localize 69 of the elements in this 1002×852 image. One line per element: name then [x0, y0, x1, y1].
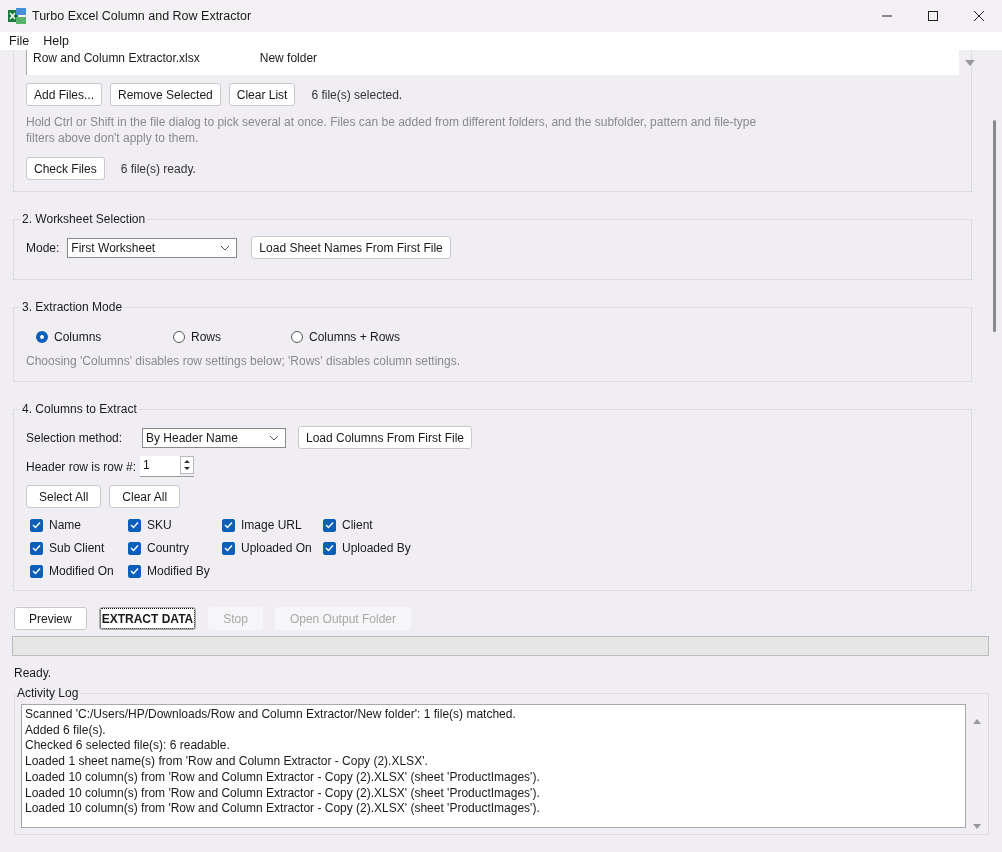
checkbox[interactable] — [128, 541, 141, 555]
method-label: Selection method: — [26, 430, 124, 445]
dropdown-caret-icon — [269, 434, 279, 441]
checkbox-label[interactable]: Uploaded On — [241, 541, 312, 555]
load-columns-button[interactable]: Load Columns From First File — [298, 426, 473, 449]
files-hint: Hold Ctrl or Shift in the file dialog to pick several at once. Files can be added from different folders, and the subfolder, pattern and file-type filters above don't apply to them. — [26, 114, 758, 146]
spreadsheet-app-icon — [8, 8, 26, 24]
file-button[interactable]: Clear List — [228, 83, 296, 106]
log-line: Loaded 10 column(s) from 'Row and Column Extractor - Copy (2).XLSX' (sheet 'ProductImages'). — [25, 785, 541, 802]
checkbox-label[interactable]: Uploaded By — [342, 541, 411, 555]
load-sheets-button[interactable]: Load Sheet Names From First File — [251, 236, 451, 259]
radio-button[interactable] — [173, 331, 185, 343]
log-scrollbar[interactable] — [972, 718, 982, 830]
checkbox-label[interactable]: Image URL — [241, 518, 302, 532]
column-select-button[interactable]: Select All — [26, 485, 102, 508]
checkbox-label[interactable]: Modified By — [147, 564, 210, 578]
log-line: Checked 6 selected file(s): 6 readable. — [25, 738, 231, 755]
scroll-thumb[interactable] — [993, 120, 996, 332]
file-list-cell: Row and Column Extractor.xlsx — [33, 51, 200, 65]
action-button[interactable]: Preview — [14, 607, 87, 630]
group-title: 2. Worksheet Selection — [21, 212, 147, 226]
mode-hint: Choosing 'Columns' disables row settings below; 'Rows' disables column settings. — [26, 353, 462, 369]
checkbox[interactable] — [128, 518, 141, 532]
checkbox[interactable] — [222, 518, 235, 532]
checkbox-label[interactable]: Sub Client — [49, 541, 105, 555]
group-title: 4. Columns to Extract — [21, 402, 138, 416]
checkbox[interactable] — [222, 541, 235, 555]
ready-status: 6 file(s) ready. — [120, 161, 196, 176]
header-row-label: Header row is row #: — [26, 459, 137, 474]
close-icon — [973, 10, 985, 22]
log-line: Added 6 file(s). — [25, 722, 107, 739]
log-line: Loaded 10 column(s) from 'Row and Column Extractor - Copy (2).XLSX' (sheet 'ProductImages'). — [25, 801, 541, 817]
log-line: Scanned 'C:/Users/HP/Downloads/Row and Column Extractor/New folder': 1 file(s) matched. — [25, 707, 517, 723]
checkbox[interactable] — [30, 518, 43, 532]
column-select-button[interactable]: Clear All — [109, 485, 181, 508]
checkbox-label[interactable]: Modified On — [49, 564, 114, 578]
checkbox-label[interactable]: Name — [49, 518, 81, 532]
checkbox[interactable] — [30, 564, 43, 578]
radio-button[interactable] — [36, 331, 48, 343]
radio-label[interactable]: Columns + Rows — [309, 330, 401, 344]
mode-dropdown[interactable]: First Worksheet — [67, 237, 238, 258]
maximize-icon — [927, 10, 939, 22]
dropdown-caret-icon — [220, 244, 231, 251]
method-dropdown[interactable]: By Header Name — [142, 427, 286, 448]
group-title: 3. Extraction Mode — [21, 300, 124, 314]
group-title: Activity Log — [16, 686, 80, 700]
checkbox-label[interactable]: Client — [342, 518, 373, 532]
file-button[interactable]: Add Files... — [26, 83, 103, 106]
radio-label[interactable]: Columns — [54, 330, 102, 344]
menu-item[interactable]: File — [2, 34, 37, 48]
checkbox[interactable] — [323, 518, 336, 532]
radio-button[interactable] — [291, 331, 303, 343]
check-files-button[interactable]: Check Files — [26, 157, 105, 180]
file-list-cell: New folder — [259, 51, 318, 65]
checkbox-label[interactable]: Country — [147, 541, 190, 555]
log-line: Loaded 1 sheet name(s) from 'Row and Column Extractor - Copy (2).XLSX'. — [25, 754, 429, 770]
status-text: Ready. — [14, 666, 53, 680]
checkbox-label[interactable]: SKU — [147, 518, 172, 532]
checkbox[interactable] — [30, 541, 43, 555]
mode-label: Mode: — [26, 240, 60, 255]
selected-status: 6 file(s) selected. — [311, 87, 403, 102]
log-line: Loaded 10 column(s) from 'Row and Column Extractor - Copy (2).XLSX' (sheet 'ProductImages'). — [25, 769, 541, 786]
menu-item[interactable]: Help — [36, 34, 76, 48]
radio-label[interactable]: Rows — [191, 330, 221, 344]
checkbox[interactable] — [323, 541, 336, 555]
window-title: Turbo Excel Column and Row Extractor — [32, 9, 253, 23]
action-button[interactable]: EXTRACT DATA — [98, 607, 197, 630]
checkbox[interactable] — [128, 564, 141, 578]
file-button[interactable]: Remove Selected — [110, 83, 221, 106]
